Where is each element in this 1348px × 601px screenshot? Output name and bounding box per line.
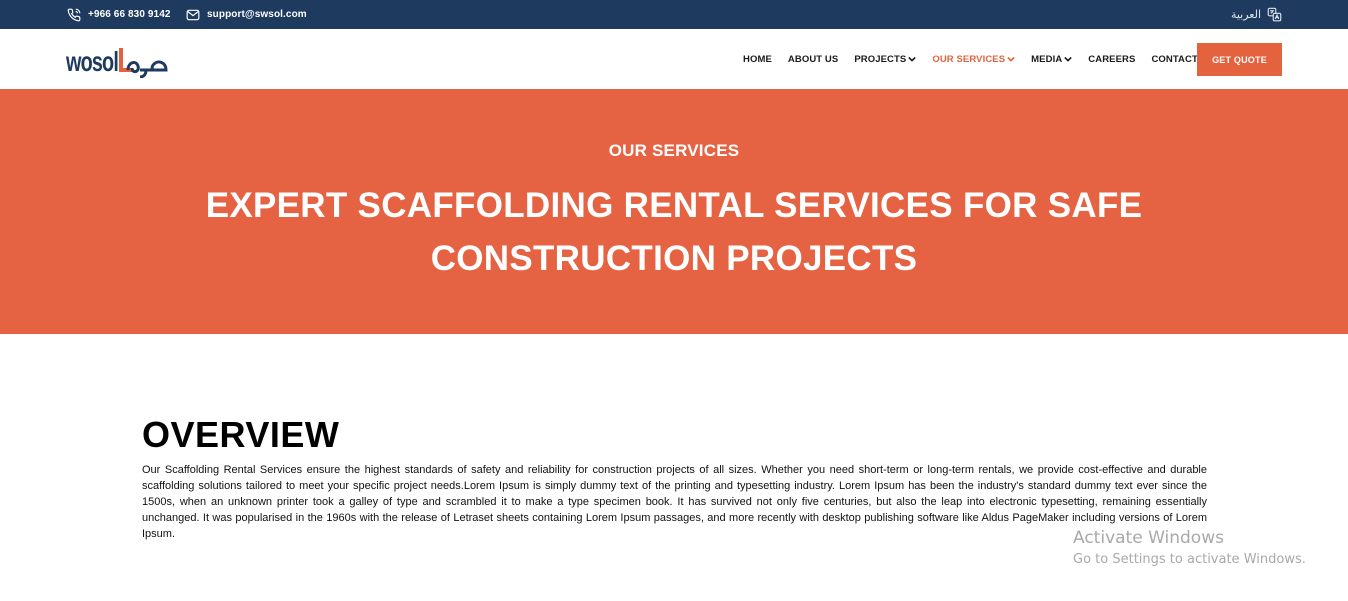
main-header: wosol HOME ABOUT US PROJECTS OUR SERVICE… [0, 29, 1348, 89]
nav-our-services[interactable]: OUR SERVICES [932, 54, 1015, 65]
email-address: support@swsol.com [207, 9, 307, 20]
windows-activation-watermark: Activate Windows Go to Settings to activ… [1073, 528, 1306, 567]
hero-eyebrow: OUR SERVICES [608, 141, 740, 160]
watermark-title: Activate Windows [1073, 528, 1224, 548]
translate-icon [1267, 7, 1282, 22]
hero-title: EXPERT SCAFFOLDING RENTAL SERVICES FOR S… [205, 186, 1143, 278]
logo-latin-text: wosol [66, 48, 118, 78]
mail-icon [186, 9, 200, 20]
nav-careers-label: CAREERS [1088, 53, 1136, 65]
phone-number: +966 66 830 9142 [88, 9, 171, 20]
logo-graphic: wosol [65, 48, 168, 79]
overview-heading: OVERVIEW [142, 414, 340, 455]
language-switch[interactable]: العربية [1231, 0, 1282, 29]
overview-paragraph: Our Scaffolding Rental Services ensure t… [142, 464, 1207, 540]
nav-media[interactable]: MEDIA [1031, 53, 1073, 65]
email-contact[interactable]: support@swsol.com [186, 0, 307, 29]
nav-home-label: HOME [743, 53, 772, 65]
phone-contact[interactable]: +966 66 830 9142 [67, 0, 171, 29]
nav-services-label: OUR SERVICES [932, 53, 1006, 65]
nav-home[interactable]: HOME [743, 54, 772, 65]
watermark-subtitle: Go to Settings to activate Windows. [1073, 552, 1306, 567]
nav-about-label: ABOUT US [787, 53, 839, 65]
chevron-down-icon [1007, 56, 1015, 62]
chevron-down-icon [908, 56, 917, 62]
hero-banner: OUR SERVICES EXPERT SCAFFOLDING RENTAL S… [0, 89, 1348, 334]
nav-projects-label: PROJECTS [854, 53, 907, 65]
wosol-logo[interactable]: wosol [65, 40, 168, 79]
nav-careers[interactable]: CAREERS [1088, 54, 1135, 65]
nav-media-label: MEDIA [1031, 53, 1063, 65]
language-label: العربية [1230, 9, 1261, 21]
main-nav: HOME ABOUT US PROJECTS OUR SERVICES MEDI… [743, 29, 1230, 89]
chevron-down-icon [1064, 56, 1073, 62]
top-bar: +966 66 830 9142 support@swsol.com العرب… [0, 0, 1348, 29]
phone-icon [67, 8, 81, 21]
nav-about[interactable]: ABOUT US [788, 54, 838, 65]
nav-projects[interactable]: PROJECTS [854, 53, 917, 65]
get-quote-button[interactable]: GET QUOTE [1197, 43, 1282, 76]
